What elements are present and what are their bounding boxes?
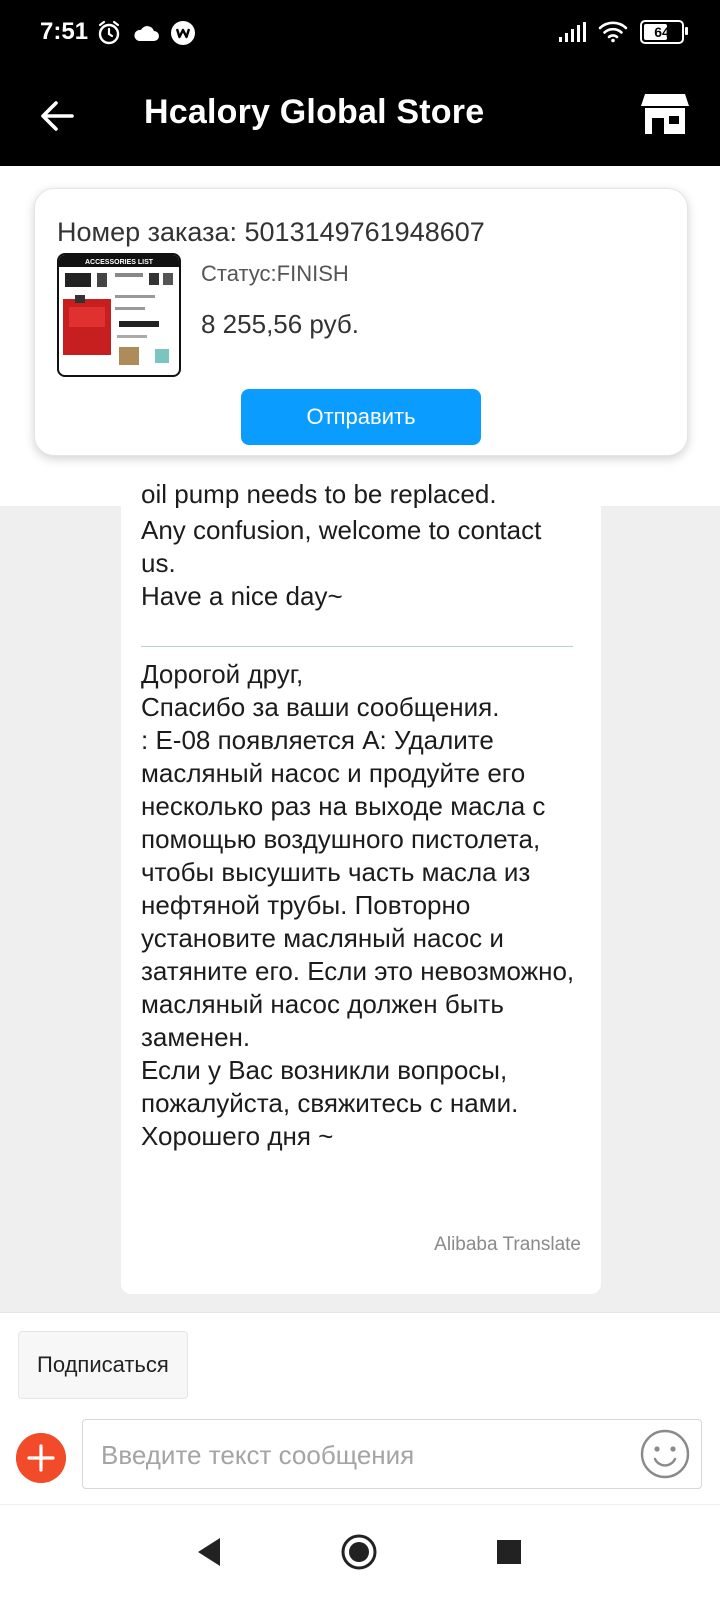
wifi-icon	[598, 21, 628, 43]
message-translation: Дорогой друг, Спасибо за ваши сообщения.…	[141, 659, 575, 1151]
app-header: Hcalory Global Store	[0, 68, 720, 166]
store-icon[interactable]	[640, 88, 690, 138]
message-input[interactable]	[83, 1420, 643, 1490]
product-image: ACCESSORIES LIST	[59, 255, 179, 375]
translation-divider	[141, 646, 573, 647]
product-thumbnail[interactable]: ACCESSORIES LIST	[57, 253, 181, 377]
status-bar: 7:51 64	[0, 0, 720, 68]
send-order-button[interactable]: Отправить	[241, 389, 481, 445]
alarm-icon	[98, 20, 120, 45]
signal-icon	[559, 22, 586, 42]
back-arrow-icon[interactable]	[36, 94, 80, 138]
order-status: Статус:FINISH	[201, 261, 349, 286]
subscribe-button[interactable]: Подписаться	[18, 1331, 188, 1399]
order-card[interactable]: Номер заказа: 5013149761948607 ACCESSORI…	[34, 188, 688, 456]
message-input-box[interactable]	[82, 1419, 702, 1490]
order-number: Номер заказа: 5013149761948607	[57, 217, 485, 247]
message-bubble: oil pump needs to be replaced. Any confu…	[121, 484, 601, 1294]
battery-percent: 64	[654, 24, 670, 40]
smiley-icon[interactable]	[639, 1428, 691, 1480]
chat-area[interactable]: oil pump needs to be replaced. Any confu…	[0, 166, 720, 1312]
plus-icon[interactable]	[16, 1433, 66, 1483]
w-app-icon	[171, 21, 195, 45]
nav-home-icon[interactable]	[340, 1533, 378, 1571]
store-title: Hcalory Global Store	[144, 93, 485, 131]
status-icons-right: 64	[558, 20, 688, 44]
battery-icon: 64	[640, 20, 688, 44]
message-english: Any confusion, welcome to contact us. Ha…	[141, 515, 542, 611]
message-partial-line: oil pump needs to be replaced.	[141, 484, 497, 508]
thumb-title: ACCESSORIES LIST	[85, 259, 154, 266]
composer-panel: Подписаться	[0, 1312, 720, 1505]
nav-recent-icon[interactable]	[496, 1539, 522, 1565]
order-price: 8 255,56 руб.	[201, 309, 360, 339]
system-nav-bar	[0, 1504, 720, 1601]
cloud-icon	[134, 26, 159, 41]
status-icons-left	[96, 20, 196, 46]
status-time: 7:51	[40, 18, 89, 45]
nav-back-icon[interactable]	[194, 1535, 224, 1569]
translate-attribution: Alibaba Translate	[434, 1234, 581, 1255]
